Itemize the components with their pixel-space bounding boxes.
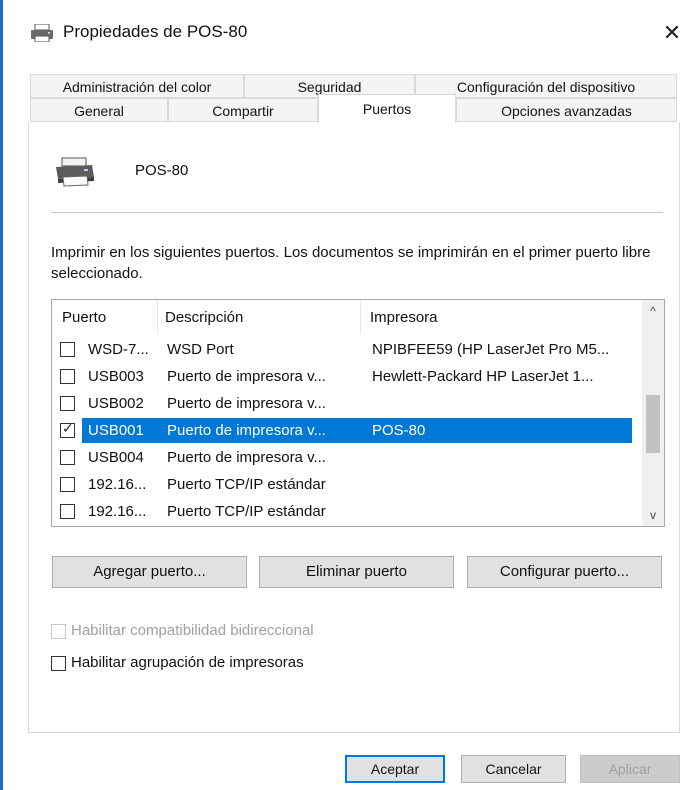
printer-name: POS-80 <box>135 162 189 179</box>
separator <box>51 212 663 213</box>
port-checkbox[interactable] <box>60 369 75 384</box>
printer-icon <box>56 157 94 187</box>
table-row[interactable]: WSD-7... WSD Port NPIBFEE59 (HP LaserJet… <box>52 337 642 364</box>
bidirectional-label: Habilitar compatibilidad bidireccional <box>71 622 314 639</box>
port-cell: 192.16... <box>88 503 147 520</box>
column-header-printer[interactable]: Impresora <box>370 309 438 326</box>
port-cell: USB002 <box>88 395 144 412</box>
tab-advanced-options[interactable]: Opciones avanzadas <box>456 98 677 122</box>
description-cell: Puerto de impresora v... <box>167 422 326 439</box>
title-bar: Propiedades de POS-80 ✕ <box>3 0 685 62</box>
printer-cell: POS-80 <box>372 422 426 439</box>
port-checkbox[interactable] <box>60 477 75 492</box>
table-row-selected[interactable]: ✓ USB001 Puerto de impresora v... POS-80 <box>52 418 642 445</box>
check-icon: ✓ <box>62 420 74 436</box>
port-cell: WSD-7... <box>88 341 149 358</box>
printer-cell: NPIBFEE59 (HP LaserJet Pro M5... <box>372 341 610 358</box>
port-checkbox[interactable] <box>60 504 75 519</box>
ports-tab-panel: POS-80 Imprimir en los siguientes puerto… <box>28 122 680 733</box>
tab-sharing[interactable]: Compartir <box>168 98 318 122</box>
delete-port-button[interactable]: Eliminar puerto <box>259 556 454 588</box>
bidirectional-checkbox <box>51 624 66 639</box>
pooling-checkbox[interactable] <box>51 656 66 671</box>
printer-cell: Hewlett-Packard HP LaserJet 1... <box>372 368 594 385</box>
tab-general[interactable]: General <box>30 98 168 122</box>
port-checkbox[interactable] <box>60 450 75 465</box>
vertical-scrollbar[interactable]: ^ v <box>642 300 664 526</box>
ok-button[interactable]: Aceptar <box>345 755 445 783</box>
printer-icon <box>31 24 53 42</box>
description-cell: Puerto de impresora v... <box>167 395 326 412</box>
table-row[interactable]: USB002 Puerto de impresora v... <box>52 391 642 418</box>
port-checkbox-checked[interactable]: ✓ <box>60 420 75 438</box>
description-cell: Puerto de impresora v... <box>167 449 326 466</box>
description-cell: Puerto TCP/IP estándar <box>167 503 326 520</box>
tab-ports[interactable]: Puertos <box>318 94 456 123</box>
description-cell: Puerto de impresora v... <box>167 368 326 385</box>
port-cell: 192.16... <box>88 476 147 493</box>
close-icon[interactable]: ✕ <box>659 20 685 46</box>
column-divider[interactable] <box>157 300 158 334</box>
port-cell: USB003 <box>88 368 144 385</box>
port-checkbox[interactable] <box>60 342 75 357</box>
apply-button: Aplicar <box>580 755 680 783</box>
tab-color-management[interactable]: Administración del color <box>30 74 244 98</box>
table-row[interactable]: USB003 Puerto de impresora v... Hewlett-… <box>52 364 642 391</box>
description-cell: Puerto TCP/IP estándar <box>167 476 326 493</box>
printer-properties-dialog: Propiedades de POS-80 ✕ Administración d… <box>3 0 685 790</box>
scroll-up-icon[interactable]: ^ <box>642 300 664 322</box>
selection-highlight <box>82 418 632 443</box>
ports-list[interactable]: Puerto Descripción Impresora WSD-7... WS… <box>51 299 665 527</box>
table-row[interactable]: 192.16... Puerto TCP/IP estándar <box>52 472 642 499</box>
table-row[interactable]: USB004 Puerto de impresora v... <box>52 445 642 472</box>
list-header: Puerto Descripción Impresora <box>52 300 642 334</box>
column-header-description[interactable]: Descripción <box>165 309 243 326</box>
window-title: Propiedades de POS-80 <box>63 22 248 41</box>
column-divider[interactable] <box>360 300 361 334</box>
description-cell: WSD Port <box>167 341 234 358</box>
column-header-port[interactable]: Puerto <box>62 309 106 326</box>
port-cell: USB004 <box>88 449 144 466</box>
add-port-button[interactable]: Agregar puerto... <box>52 556 247 588</box>
port-checkbox[interactable] <box>60 396 75 411</box>
port-cell: USB001 <box>88 422 144 439</box>
table-row[interactable]: 192.16... Puerto TCP/IP estándar <box>52 499 642 526</box>
pooling-label[interactable]: Habilitar agrupación de impresoras <box>71 654 304 671</box>
ports-description: Imprimir en los siguientes puertos. Los … <box>51 244 651 282</box>
scroll-thumb[interactable] <box>646 395 660 453</box>
cancel-button[interactable]: Cancelar <box>461 755 566 783</box>
scroll-down-icon[interactable]: v <box>642 504 664 526</box>
configure-port-button[interactable]: Configurar puerto... <box>467 556 662 588</box>
